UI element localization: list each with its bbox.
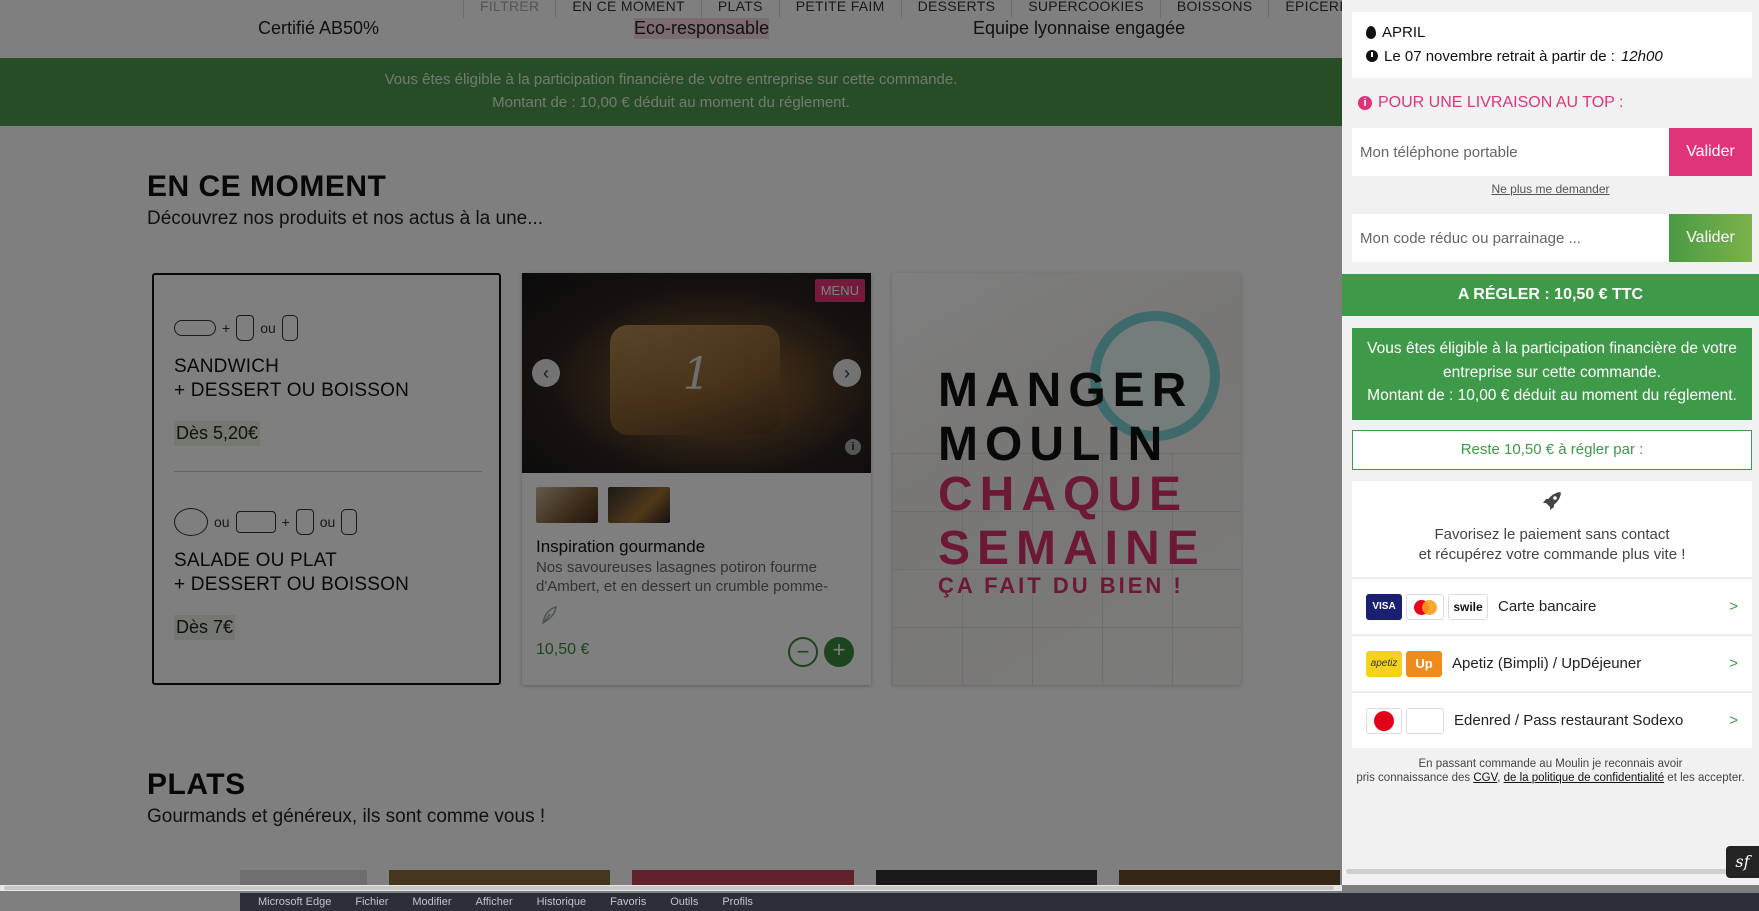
menu-item[interactable]: Favoris xyxy=(610,896,646,908)
background-page: FILTRER EN CE MOMENT PLATS PETITE FAIM D… xyxy=(0,0,1342,885)
promo-code-input[interactable] xyxy=(1352,214,1669,262)
sodexo-pass-logo xyxy=(1406,707,1444,734)
remaining-amount: Reste 10,50 € à régler par : xyxy=(1352,430,1752,470)
eligibility-line2: Montant de : 10,00 € déduit au moment du… xyxy=(1367,387,1737,404)
contactless-promo: Favorisez le paiement sans contact et ré… xyxy=(1352,481,1752,577)
pickup-info: APRIL Le 07 novembre retrait à partir de… xyxy=(1352,12,1752,78)
edenred-logo xyxy=(1366,707,1402,734)
pickup-location-line: APRIL xyxy=(1366,20,1738,44)
amount-due-bar: A RÉGLER : 10,50 € TTC xyxy=(1342,274,1759,316)
payment-option-label: Carte bancaire xyxy=(1498,598,1597,615)
chevron-right-icon: > xyxy=(1729,598,1738,615)
delivery-notice-text: POUR UNE LIVRAISON AU TOP : xyxy=(1378,94,1624,111)
eligibility-box: Vous êtes éligible à la participation fi… xyxy=(1352,328,1752,420)
contactless-text: Favorisez le paiement sans contact et ré… xyxy=(1352,525,1752,565)
cgv-link[interactable]: CGV xyxy=(1473,772,1497,784)
menu-item[interactable]: Afficher xyxy=(476,896,513,908)
promo-code-submit-button[interactable]: Valider xyxy=(1669,214,1752,262)
delivery-notice: i POUR UNE LIVRAISON AU TOP : xyxy=(1358,94,1623,112)
symfony-icon[interactable]: sf xyxy=(1726,846,1759,878)
legal-prefix: pris connaissance des xyxy=(1356,772,1471,784)
clock-icon xyxy=(1366,50,1378,62)
checkout-panel: APRIL Le 07 novembre retrait à partir de… xyxy=(1342,0,1759,885)
payment-logos: VISA swile xyxy=(1366,593,1488,620)
horizontal-scrollbar[interactable] xyxy=(0,885,1342,891)
apetiz-logo: apetiz xyxy=(1366,650,1402,677)
info-circle-icon: i xyxy=(1358,96,1372,110)
visa-logo: VISA xyxy=(1366,593,1402,620)
eligibility-line1: Vous êtes éligible à la participation fi… xyxy=(1367,340,1737,381)
contactless-line1: Favorisez le paiement sans contact xyxy=(1434,526,1670,543)
menu-item[interactable]: Fichier xyxy=(355,896,388,908)
legal-separator: , xyxy=(1497,772,1501,784)
payment-logos: apetiz Up xyxy=(1366,650,1442,677)
payment-option-label: Edenred / Pass restaurant Sodexo xyxy=(1454,712,1684,729)
payment-option-card[interactable]: VISA swile Carte bancaire > xyxy=(1352,578,1752,634)
payment-logos xyxy=(1366,707,1444,734)
phone-submit-button[interactable]: Valider xyxy=(1669,128,1752,176)
swile-logo: swile xyxy=(1448,593,1488,620)
up-logo: Up xyxy=(1406,650,1442,677)
mastercard-logo xyxy=(1406,593,1444,620)
pickup-date: Le 07 novembre retrait à partir de : xyxy=(1384,47,1615,65)
rocket-icon xyxy=(1543,492,1561,510)
contactless-line2: et récupérez votre commande plus vite ! xyxy=(1418,546,1686,563)
map-pin-icon xyxy=(1366,25,1376,39)
pickup-time: 12h00 xyxy=(1620,47,1663,65)
menu-item[interactable]: Modifier xyxy=(412,896,451,908)
phone-form: Valider xyxy=(1352,128,1752,176)
payment-option-label: Apetiz (Bimpli) / UpDéjeuner xyxy=(1452,655,1642,672)
menu-item[interactable]: Historique xyxy=(537,896,587,908)
menu-item[interactable]: Profils xyxy=(722,896,753,908)
dont-ask-again-link[interactable]: Ne plus me demander xyxy=(1342,182,1759,196)
phone-input[interactable] xyxy=(1352,128,1669,176)
legal-suffix: et les accepter. xyxy=(1667,772,1745,784)
panel-scrollbar[interactable] xyxy=(1342,867,1759,875)
privacy-policy-link[interactable]: de la politique de confidentialité xyxy=(1504,772,1664,784)
legal-notice: En passant commande au Moulin je reconna… xyxy=(1342,757,1759,785)
menu-item[interactable]: Microsoft Edge xyxy=(258,896,331,908)
chevron-right-icon: > xyxy=(1729,712,1738,729)
payment-option-meal-voucher[interactable]: apetiz Up Apetiz (Bimpli) / UpDéjeuner > xyxy=(1352,635,1752,691)
pickup-time-line: Le 07 novembre retrait à partir de : 12h… xyxy=(1366,44,1738,68)
legal-line2: pris connaissance des CGV, de la politiq… xyxy=(1342,771,1759,785)
scrollbar-thumb[interactable] xyxy=(4,886,1334,890)
payment-option-edenred-sodexo[interactable]: Edenred / Pass restaurant Sodexo > xyxy=(1352,692,1752,748)
modal-overlay[interactable] xyxy=(0,0,1342,885)
os-menu-bar: Microsoft Edge Fichier Modifier Afficher… xyxy=(240,893,1759,911)
promo-code-form: Valider xyxy=(1352,214,1752,262)
legal-line1: En passant commande au Moulin je reconna… xyxy=(1418,758,1683,770)
pickup-location: APRIL xyxy=(1382,23,1426,41)
menu-item[interactable]: Outils xyxy=(670,896,698,908)
chevron-right-icon: > xyxy=(1729,655,1738,672)
scrollbar-thumb[interactable] xyxy=(1346,869,1750,874)
